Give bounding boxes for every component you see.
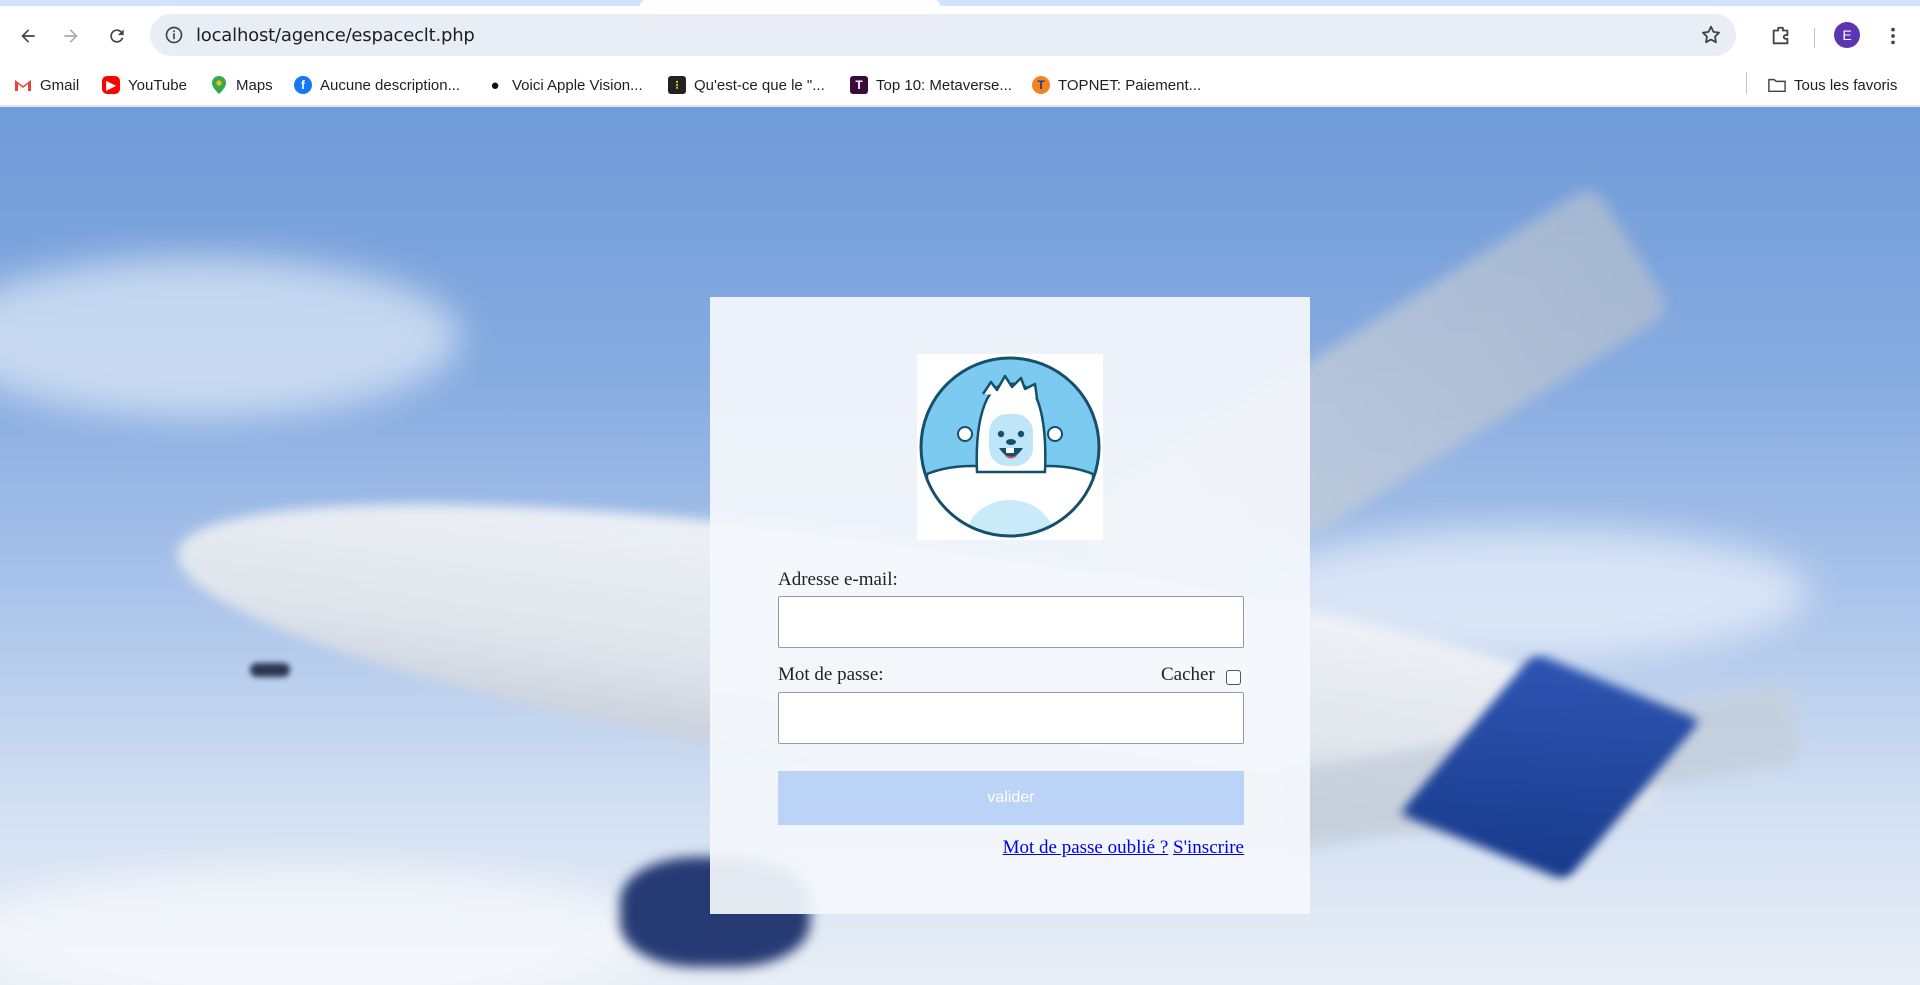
bookmark-label: YouTube [128, 76, 187, 94]
forgot-password-link[interactable]: Mot de passe oublié ? [1003, 837, 1169, 858]
bookmark-topnet[interactable]: T TOPNET: Paiement... [1032, 74, 1201, 96]
bookmarks-divider [1746, 72, 1747, 94]
bookmark-label: Tous les favoris [1794, 76, 1898, 94]
submit-button[interactable]: valider [778, 771, 1244, 825]
page-background: Adresse e-mail: Mot de passe: Cacher val… [0, 107, 1920, 985]
hide-password-checkbox[interactable] [1226, 670, 1241, 685]
bookmark-apple[interactable]: ● Voici Apple Vision... [486, 74, 643, 96]
avatar [917, 354, 1103, 540]
site-icon: ⁝ [668, 76, 686, 94]
reload-icon [110, 29, 124, 43]
auth-links: Mot de passe oublié ? S'inscrire [1003, 837, 1244, 859]
yeti-avatar-icon [919, 356, 1101, 538]
bookmark-label: Aucune description... [320, 76, 461, 94]
plane-cockpit [250, 663, 290, 677]
all-bookmarks-folder[interactable]: Tous les favoris [1768, 74, 1897, 96]
facebook-icon: f [294, 76, 312, 94]
bookmark-label: Gmail [40, 76, 80, 94]
bookmark-label: TOPNET: Paiement... [1058, 76, 1202, 94]
extensions-button[interactable] [1768, 23, 1794, 49]
address-bar[interactable]: localhost/agence/espaceclt.php [150, 14, 1736, 56]
email-label: Adresse e-mail: [778, 569, 898, 590]
youtube-icon: ▶ [102, 76, 120, 94]
bookmarks-bar: Gmail ▶ YouTube Maps f Aucune descriptio… [0, 64, 1920, 106]
email-field[interactable] [778, 596, 1244, 648]
login-panel: Adresse e-mail: Mot de passe: Cacher val… [710, 297, 1310, 914]
puzzle-icon [1772, 26, 1789, 45]
bookmark-label: Voici Apple Vision... [512, 76, 643, 94]
hide-password-label: Cacher [1161, 664, 1215, 685]
reload-button[interactable] [102, 21, 132, 51]
topnet-icon: T [1032, 76, 1050, 94]
back-arrow-icon [21, 29, 35, 43]
browser-toolbar: localhost/agence/espaceclt.php E [0, 6, 1920, 64]
password-label: Mot de passe: [778, 664, 884, 685]
bookmark-star-icon[interactable] [1700, 24, 1722, 46]
forward-button[interactable] [56, 21, 86, 51]
back-button[interactable] [13, 21, 43, 51]
password-field[interactable] [778, 692, 1244, 744]
bookmark-maps[interactable]: Maps [210, 74, 273, 96]
menu-button[interactable] [1880, 23, 1906, 49]
folder-icon [1768, 76, 1786, 94]
background-cloud [0, 867, 660, 985]
bookmark-label: Maps [236, 76, 273, 94]
url-text[interactable]: localhost/agence/espaceclt.php [196, 25, 475, 46]
apple-icon: ● [490, 76, 500, 94]
register-link[interactable]: S'inscrire [1173, 837, 1244, 858]
site-info-icon[interactable] [164, 25, 184, 45]
more-vertical-icon [1891, 27, 1895, 45]
bookmark-facebook[interactable]: f Aucune description... [294, 74, 460, 96]
bookmark-label: Top 10: Metaverse... [876, 76, 1012, 94]
t-icon: T [850, 76, 868, 94]
forward-arrow-icon [64, 29, 78, 43]
bookmark-quest-ce[interactable]: ⁝ Qu'est-ce que le "... [668, 74, 825, 96]
gmail-icon [14, 76, 32, 94]
toolbar-divider [1814, 28, 1815, 48]
bookmark-gmail[interactable]: Gmail [14, 74, 79, 96]
bookmark-label: Qu'est-ce que le "... [694, 76, 825, 94]
bookmark-youtube[interactable]: ▶ YouTube [102, 74, 187, 96]
profile-avatar-button[interactable]: E [1834, 22, 1860, 48]
background-cloud [0, 257, 460, 417]
maps-icon [210, 76, 228, 94]
bookmark-top10[interactable]: T Top 10: Metaverse... [850, 74, 1012, 96]
